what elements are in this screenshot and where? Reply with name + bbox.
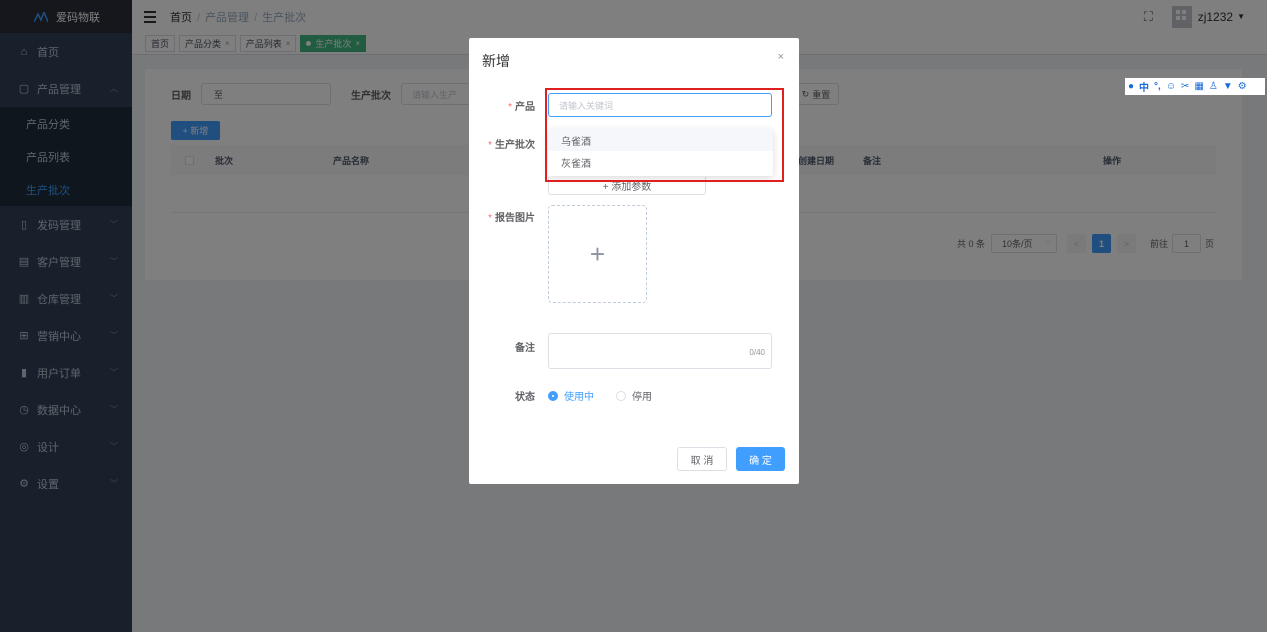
dialog-title: 新增 bbox=[482, 53, 510, 69]
radio-label: 停用 bbox=[632, 392, 652, 403]
remark-char-count: 0/40 bbox=[749, 348, 765, 357]
product-form-item: * 产品 bbox=[469, 93, 541, 117]
remark-textarea[interactable]: 0/40 bbox=[548, 333, 772, 369]
batch-form-item: * 生产批次 bbox=[469, 132, 541, 154]
required-mark: * bbox=[488, 212, 492, 224]
confirm-button[interactable]: 确 定 bbox=[736, 447, 785, 471]
punctuation-icon[interactable]: °, bbox=[1154, 81, 1161, 92]
chinese-input-icon[interactable]: 中 bbox=[1139, 79, 1149, 94]
highlight-box bbox=[545, 88, 784, 182]
radio-checked-icon bbox=[548, 390, 558, 401]
remark-form-item: 备注 bbox=[469, 338, 541, 354]
emoji-icon[interactable]: ☺ bbox=[1166, 81, 1176, 92]
status-active-radio[interactable]: 使用中 bbox=[548, 388, 594, 403]
extension-toolbar: ● 中 °, ☺ ✂ ▦ ♙ ▼ ⚙ bbox=[1125, 78, 1265, 95]
gear-icon[interactable]: ⚙ bbox=[1238, 81, 1247, 92]
remark-label: 备注 bbox=[515, 342, 535, 354]
shirt-icon[interactable]: ▼ bbox=[1223, 81, 1233, 92]
batch-label-text: 生产批次 bbox=[495, 139, 535, 151]
radio-unchecked-icon bbox=[616, 390, 626, 401]
cancel-button[interactable]: 取 消 bbox=[677, 447, 727, 471]
product-label: * 产品 bbox=[469, 98, 541, 113]
status-label: 状态 bbox=[515, 391, 535, 403]
status-radio-group: 使用中 停用 bbox=[548, 388, 674, 403]
close-icon[interactable]: × bbox=[778, 51, 784, 63]
image-uploader[interactable]: + bbox=[548, 205, 647, 303]
status-form-item: 状态 bbox=[469, 388, 541, 403]
radio-label: 使用中 bbox=[564, 392, 594, 403]
person-icon[interactable]: ♙ bbox=[1209, 81, 1218, 92]
keyboard-icon[interactable]: ▦ bbox=[1194, 81, 1203, 92]
report-label: * 报告图片 bbox=[469, 209, 541, 224]
batch-label: * 生产批次 bbox=[469, 136, 541, 151]
user-icon[interactable]: ● bbox=[1128, 81, 1134, 92]
plus-icon: + bbox=[589, 238, 606, 269]
scissors-icon[interactable]: ✂ bbox=[1181, 81, 1189, 92]
report-label-text: 报告图片 bbox=[495, 212, 535, 224]
product-label-text: 产品 bbox=[515, 101, 535, 113]
report-form-item: * 报告图片 bbox=[469, 208, 541, 224]
required-mark: * bbox=[508, 101, 512, 113]
required-mark: * bbox=[488, 139, 492, 151]
status-disabled-radio[interactable]: 停用 bbox=[616, 388, 652, 403]
